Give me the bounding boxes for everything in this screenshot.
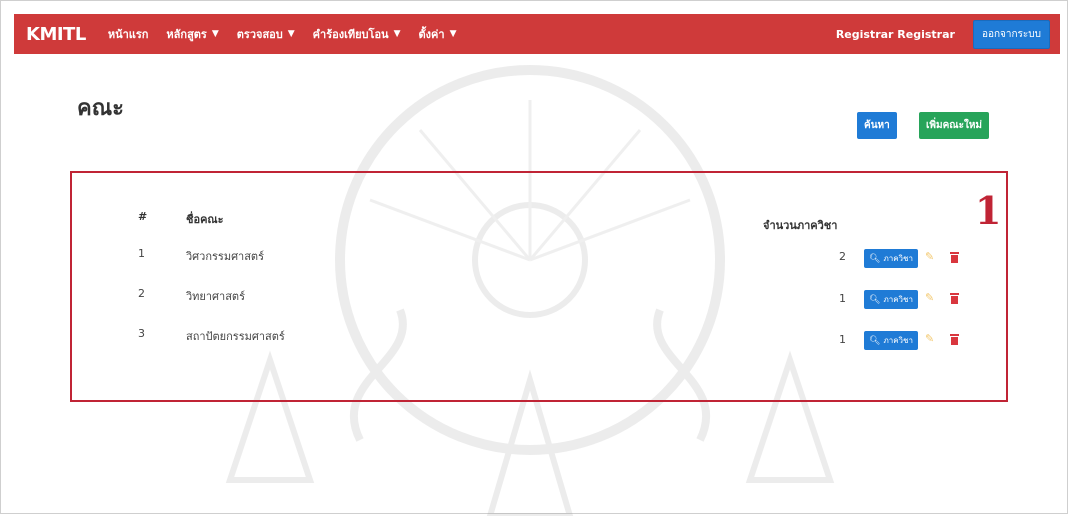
nav-item-settings[interactable]: ตั้งค่า ▼ bbox=[419, 25, 457, 43]
annotation-number: 1 bbox=[975, 188, 1002, 233]
logout-button[interactable]: ออกจากระบบ bbox=[972, 19, 1050, 49]
faculty-name: วิทยาศาสตร์ bbox=[186, 290, 245, 303]
department-count: 1 bbox=[839, 333, 846, 346]
column-header-count: จำนวนภาควิชา bbox=[763, 219, 838, 232]
chevron-down-icon: ▼ bbox=[449, 29, 457, 39]
column-header-number: # bbox=[138, 210, 148, 223]
trash-icon[interactable] bbox=[950, 334, 959, 345]
row-number: 3 bbox=[138, 327, 145, 340]
view-departments-button[interactable]: 🔍︎ ภาควิชา bbox=[864, 249, 918, 268]
nav-item-label: หน้าแรก bbox=[107, 28, 149, 41]
chevron-down-icon: ▼ bbox=[211, 29, 219, 39]
nav-item-curriculum[interactable]: หลักสูตร ▼ bbox=[166, 25, 218, 43]
view-departments-button[interactable]: 🔍︎ ภาควิชา bbox=[864, 331, 918, 350]
faculty-name: สถาปัตยกรรมศาสตร์ bbox=[186, 330, 285, 343]
search-button[interactable]: ค้นหา bbox=[857, 112, 897, 139]
nav-item-label: ตรวจสอบ bbox=[236, 28, 283, 41]
nav-item-check[interactable]: ตรวจสอบ ▼ bbox=[237, 25, 295, 43]
chevron-down-icon: ▼ bbox=[393, 29, 401, 39]
button-label: ภาควิชา bbox=[883, 336, 913, 345]
nav-item-transfer-request[interactable]: คำร้องเทียบโอน ▼ bbox=[313, 25, 401, 43]
department-count: 1 bbox=[839, 292, 846, 305]
nav-item-label: ตั้งค่า bbox=[418, 28, 445, 41]
faculty-name: วิศวกรรมศาสตร์ bbox=[186, 250, 264, 263]
top-navbar: KMITL หน้าแรก หลักสูตร ▼ ตรวจสอบ ▼ คำร้อ… bbox=[14, 14, 1060, 54]
pencil-icon[interactable]: ✎ bbox=[925, 250, 935, 263]
pencil-icon[interactable]: ✎ bbox=[925, 332, 935, 345]
row-number: 2 bbox=[138, 287, 145, 300]
nav-item-label: คำร้องเทียบโอน bbox=[312, 28, 389, 41]
search-icon: 🔍︎ bbox=[869, 253, 881, 264]
view-departments-button[interactable]: 🔍︎ ภาควิชา bbox=[864, 290, 918, 309]
pencil-icon[interactable]: ✎ bbox=[925, 291, 935, 304]
nav-item-home[interactable]: หน้าแรก bbox=[108, 25, 149, 43]
user-name[interactable]: Registrar Registrar bbox=[836, 28, 955, 41]
button-label: ภาควิชา bbox=[883, 254, 913, 263]
trash-icon[interactable] bbox=[950, 293, 959, 304]
search-icon: 🔍︎ bbox=[869, 335, 881, 346]
brand-logo[interactable]: KMITL bbox=[26, 24, 86, 45]
search-icon: 🔍︎ bbox=[869, 294, 881, 305]
add-faculty-button[interactable]: เพิ่มคณะใหม่ bbox=[919, 112, 990, 139]
page-title: คณะ bbox=[77, 96, 124, 121]
nav-item-label: หลักสูตร bbox=[166, 28, 207, 41]
chevron-down-icon: ▼ bbox=[287, 29, 295, 39]
row-number: 1 bbox=[138, 247, 145, 260]
department-count: 2 bbox=[839, 250, 846, 263]
button-label: ภาควิชา bbox=[883, 295, 913, 304]
trash-icon[interactable] bbox=[950, 252, 959, 263]
column-header-name: ชื่อคณะ bbox=[186, 213, 224, 226]
